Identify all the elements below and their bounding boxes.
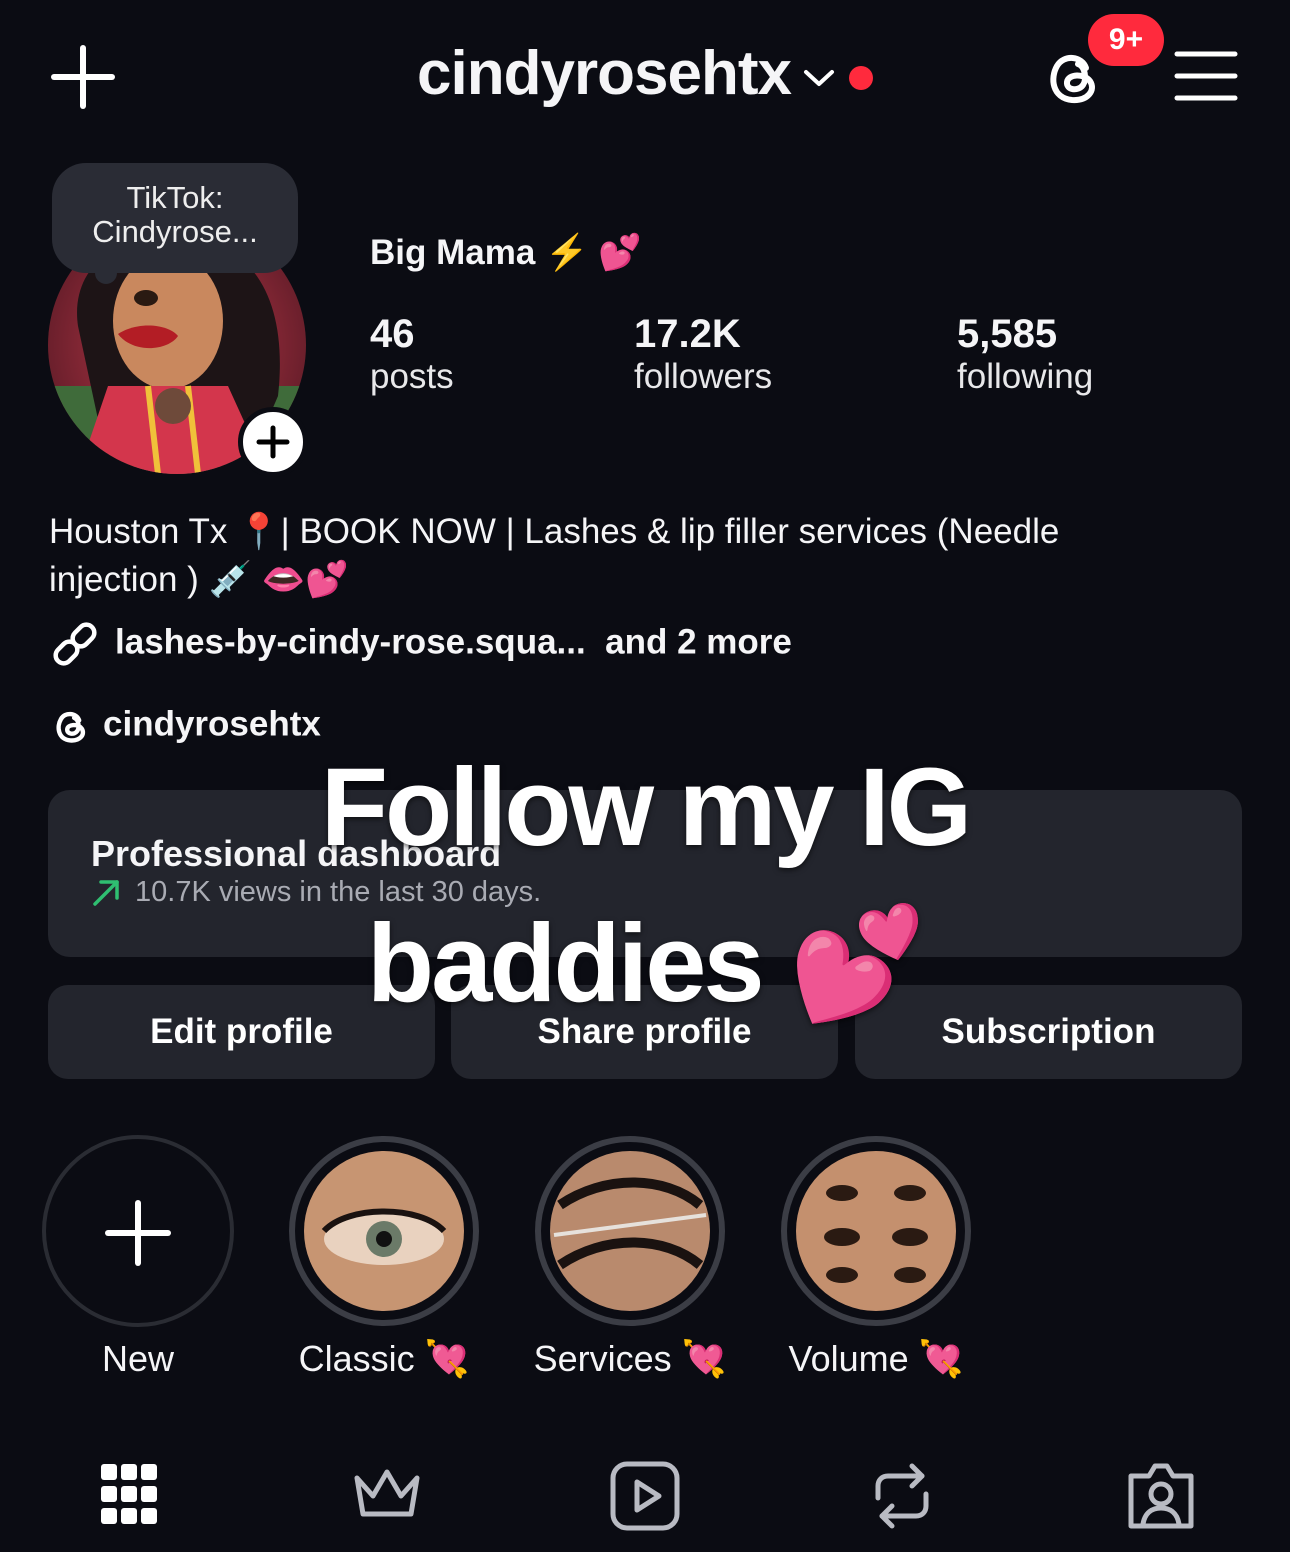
edit-profile-button[interactable]: Edit profile — [48, 985, 435, 1079]
following-label: following — [957, 357, 1094, 396]
grid-icon[interactable] — [91, 1458, 167, 1534]
posts-count: 46 — [370, 312, 415, 356]
posts-label: posts — [370, 357, 454, 396]
highlight-new-label: New — [101, 1338, 175, 1379]
threads-profile-link[interactable]: cindyrosehtx — [49, 704, 321, 748]
highlight-services-label: Services 💘 — [533, 1338, 727, 1379]
chevron-down-icon — [803, 69, 834, 86]
link-text[interactable]: lashes-by-cindy-rose.squa... — [115, 622, 586, 661]
display-name: Big Mama ⚡️ 💕 — [370, 233, 642, 272]
link-more[interactable]: and 2 more — [605, 622, 792, 661]
threads-small-icon — [56, 711, 86, 743]
highlight-services[interactable] — [534, 1135, 726, 1327]
crown-icon[interactable] — [349, 1458, 425, 1534]
link-icon — [53, 622, 97, 666]
posts-stat[interactable]: 46 posts — [370, 312, 454, 397]
bio: Houston Tx 📍| BOOK NOW | Lashes & lip fi… — [49, 508, 1249, 604]
dashboard-title: Professional dashboard — [91, 833, 502, 874]
following-stat[interactable]: 5,585 following — [957, 312, 1093, 397]
dashboard-subtitle: 10.7K views in the last 30 days. — [91, 876, 541, 909]
tagged-icon[interactable] — [1123, 1458, 1199, 1534]
notification-badge: 9+ — [1088, 14, 1164, 66]
username-title: cindyrosehtx — [417, 39, 792, 108]
followers-count: 17.2K — [634, 312, 741, 356]
followers-stat[interactable]: 17.2K followers — [634, 312, 772, 397]
highlight-new[interactable] — [42, 1135, 234, 1327]
reels-icon[interactable] — [607, 1458, 683, 1534]
reposts-icon[interactable] — [864, 1458, 940, 1534]
following-count: 5,585 — [957, 312, 1058, 356]
followers-label: followers — [634, 357, 773, 396]
plus-icon — [105, 1200, 171, 1266]
hamburger-menu-icon[interactable] — [1174, 48, 1238, 104]
profile-note[interactable]: TikTok: Cindyrose... — [52, 163, 298, 273]
bio-link[interactable]: lashes-by-cindy-rose.squa... and 2 more — [49, 618, 792, 670]
bio-line-2: injection ) 💉 👄💕 — [49, 560, 349, 599]
bio-line-1: Houston Tx 📍| BOOK NOW | Lashes & lip fi… — [49, 512, 1060, 551]
trend-up-icon — [93, 880, 119, 907]
highlight-classic-label: Classic 💘 — [298, 1338, 470, 1379]
highlight-classic[interactable] — [288, 1135, 480, 1327]
share-profile-button[interactable]: Share profile — [451, 985, 838, 1079]
subscription-button[interactable]: Subscription — [855, 985, 1242, 1079]
unread-dot — [848, 65, 873, 90]
threads-handle: cindyrosehtx — [103, 704, 321, 744]
highlight-volume[interactable] — [780, 1135, 972, 1327]
add-story-icon[interactable] — [238, 407, 308, 477]
highlight-volume-label: Volume 💘 — [788, 1338, 964, 1379]
dashboard-views: 10.7K views in the last 30 days. — [135, 876, 542, 908]
